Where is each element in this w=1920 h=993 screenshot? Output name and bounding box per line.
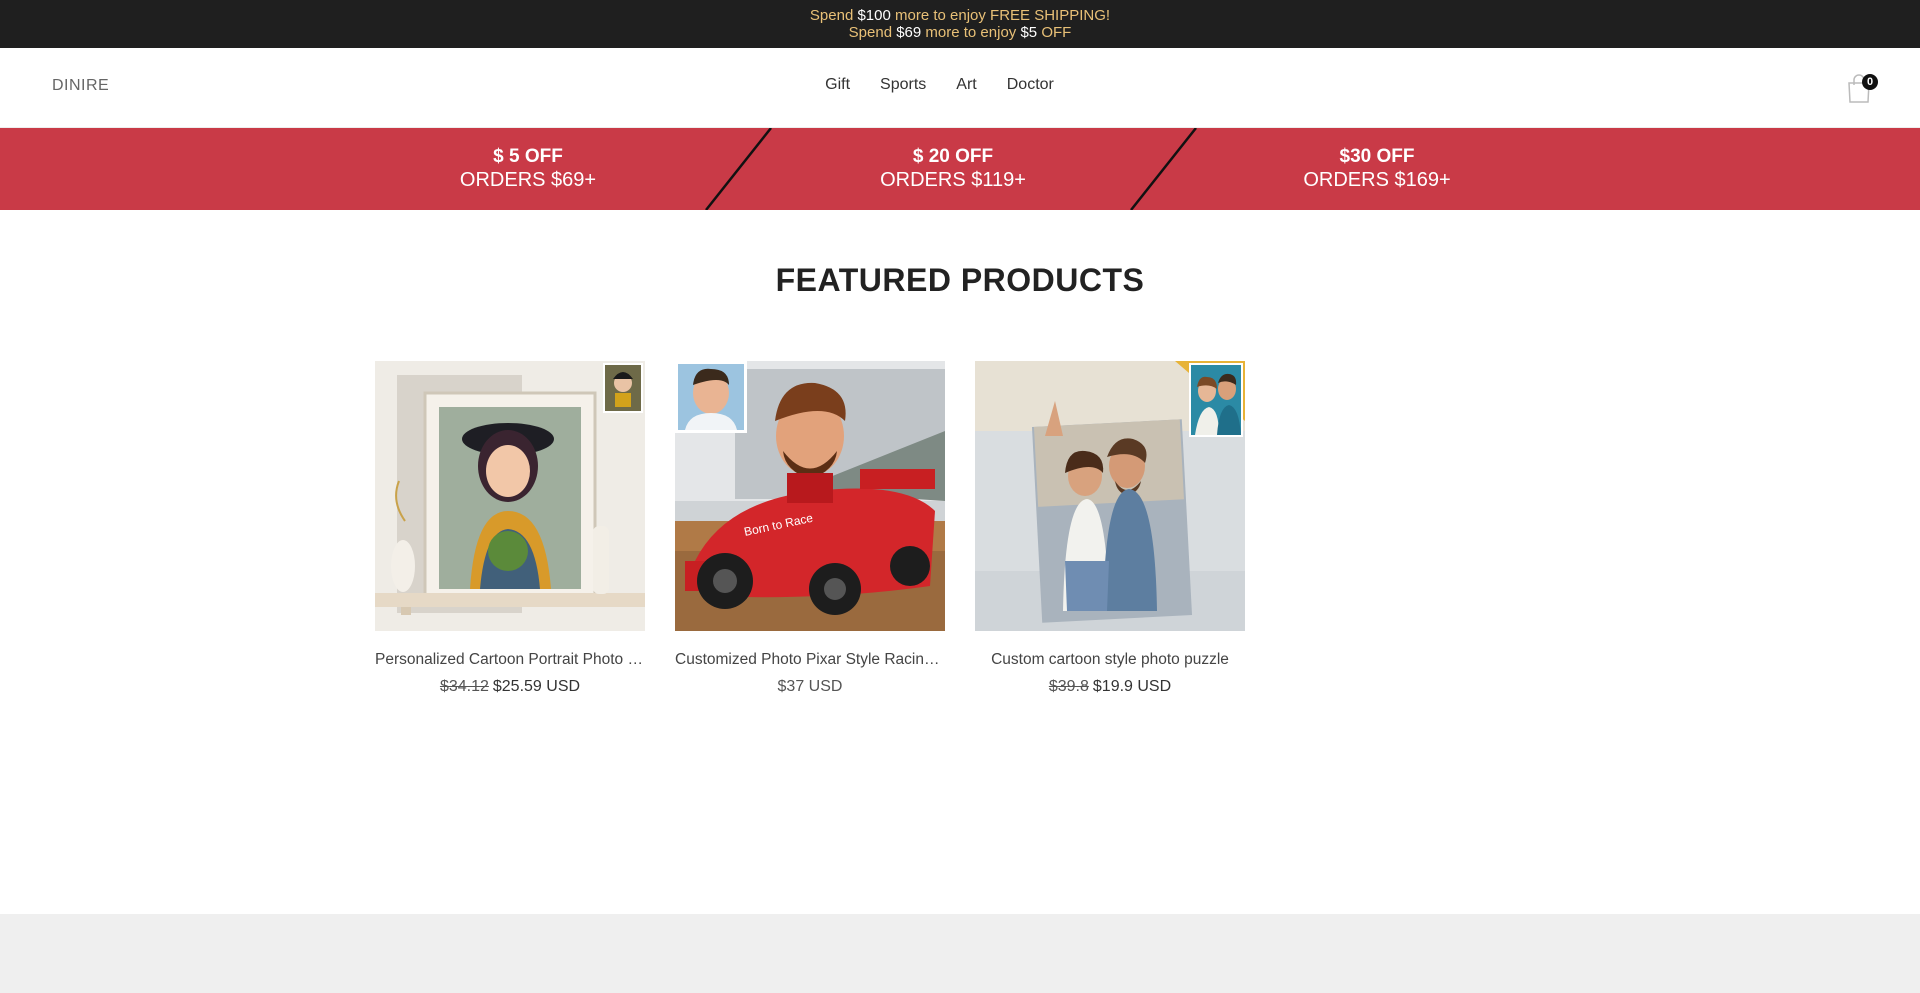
promo-title: $ 20 OFF [912,146,994,167]
product-price: $34.12 $25.59 USD [375,678,645,696]
product-card[interactable]: Personalized Cartoon Portrait Photo Fram… [375,361,645,696]
product-name[interactable]: Custom cartoon style photo puzzle [975,651,1245,669]
promo-tier-3: $30 OFF ORDERS $169+ [1167,128,1587,210]
nav-item-doctor[interactable]: Doctor [1007,76,1054,94]
section-title: FEATURED PRODUCTS [775,262,1145,298]
product-name[interactable]: Customized Photo Pixar Style Racing Car [675,651,945,669]
announcement-line-2: Spend $69 more to enjoy $5 OFF [849,24,1072,41]
announcement-text: Spend [848,24,897,41]
announcement-text: OFF [1037,24,1072,41]
promo-title: $ 5 OFF [493,146,563,167]
product-price: $37 USD [675,678,945,696]
product-name[interactable]: Personalized Cartoon Portrait Photo Fram… [375,651,645,669]
sale-price: $25.59 USD [492,678,581,695]
original-price: $34.12 [439,678,489,695]
cart-count-badge: 0 [1862,74,1878,90]
product-image[interactable] [975,361,1245,631]
promo-subtitle: ORDERS $69+ [459,169,597,191]
sale-price: $37 USD [777,678,843,695]
nav-item-art[interactable]: Art [956,76,976,94]
sale-price: $19.9 USD [1092,678,1172,695]
main-nav: Gift Sports Art Doctor [0,76,1920,94]
discount-banner: $ 5 OFF ORDERS $69+ $ 20 OFF ORDERS $119… [0,128,1920,210]
nav-item-sports[interactable]: Sports [880,76,926,94]
product-image[interactable]: Born to Race [675,361,945,631]
promo-subtitle: ORDERS $169+ [1303,169,1451,191]
announcement-line-1: Spend $100 more to enjoy FREE SHIPPING! [810,7,1110,24]
promo-title: $30 OFF [1339,146,1415,167]
announcement-text: more to enjoy [921,24,1021,41]
product-image[interactable] [375,361,645,631]
original-price: $39.8 [1048,678,1089,695]
promo-subtitle: ORDERS $119+ [880,169,1026,191]
product-card[interactable]: Born to Race Customized Photo Pixar Styl… [675,361,945,696]
announcement-amount: $100 [857,7,891,24]
announcement-text: Spend [809,7,858,24]
promo-tier-2: $ 20 OFF ORDERS $119+ [743,128,1163,210]
promo-tier-1: $ 5 OFF ORDERS $69+ [318,128,738,210]
nav-item-gift[interactable]: Gift [825,76,850,94]
announcement-amount: $5 [1020,24,1038,41]
announcement-amount: $69 [896,24,922,41]
site-footer [0,914,1920,993]
announcement-text: more to enjoy FREE SHIPPING! [890,7,1111,24]
product-card[interactable]: Custom cartoon style photo puzzle $39.8 $… [975,361,1245,696]
announcement-bar: Spend $100 more to enjoy FREE SHIPPING! … [0,0,1920,48]
site-header: DINIRE Gift Sports Art Doctor 0 [0,48,1920,128]
product-price: $39.8 $19.9 USD [975,678,1245,696]
